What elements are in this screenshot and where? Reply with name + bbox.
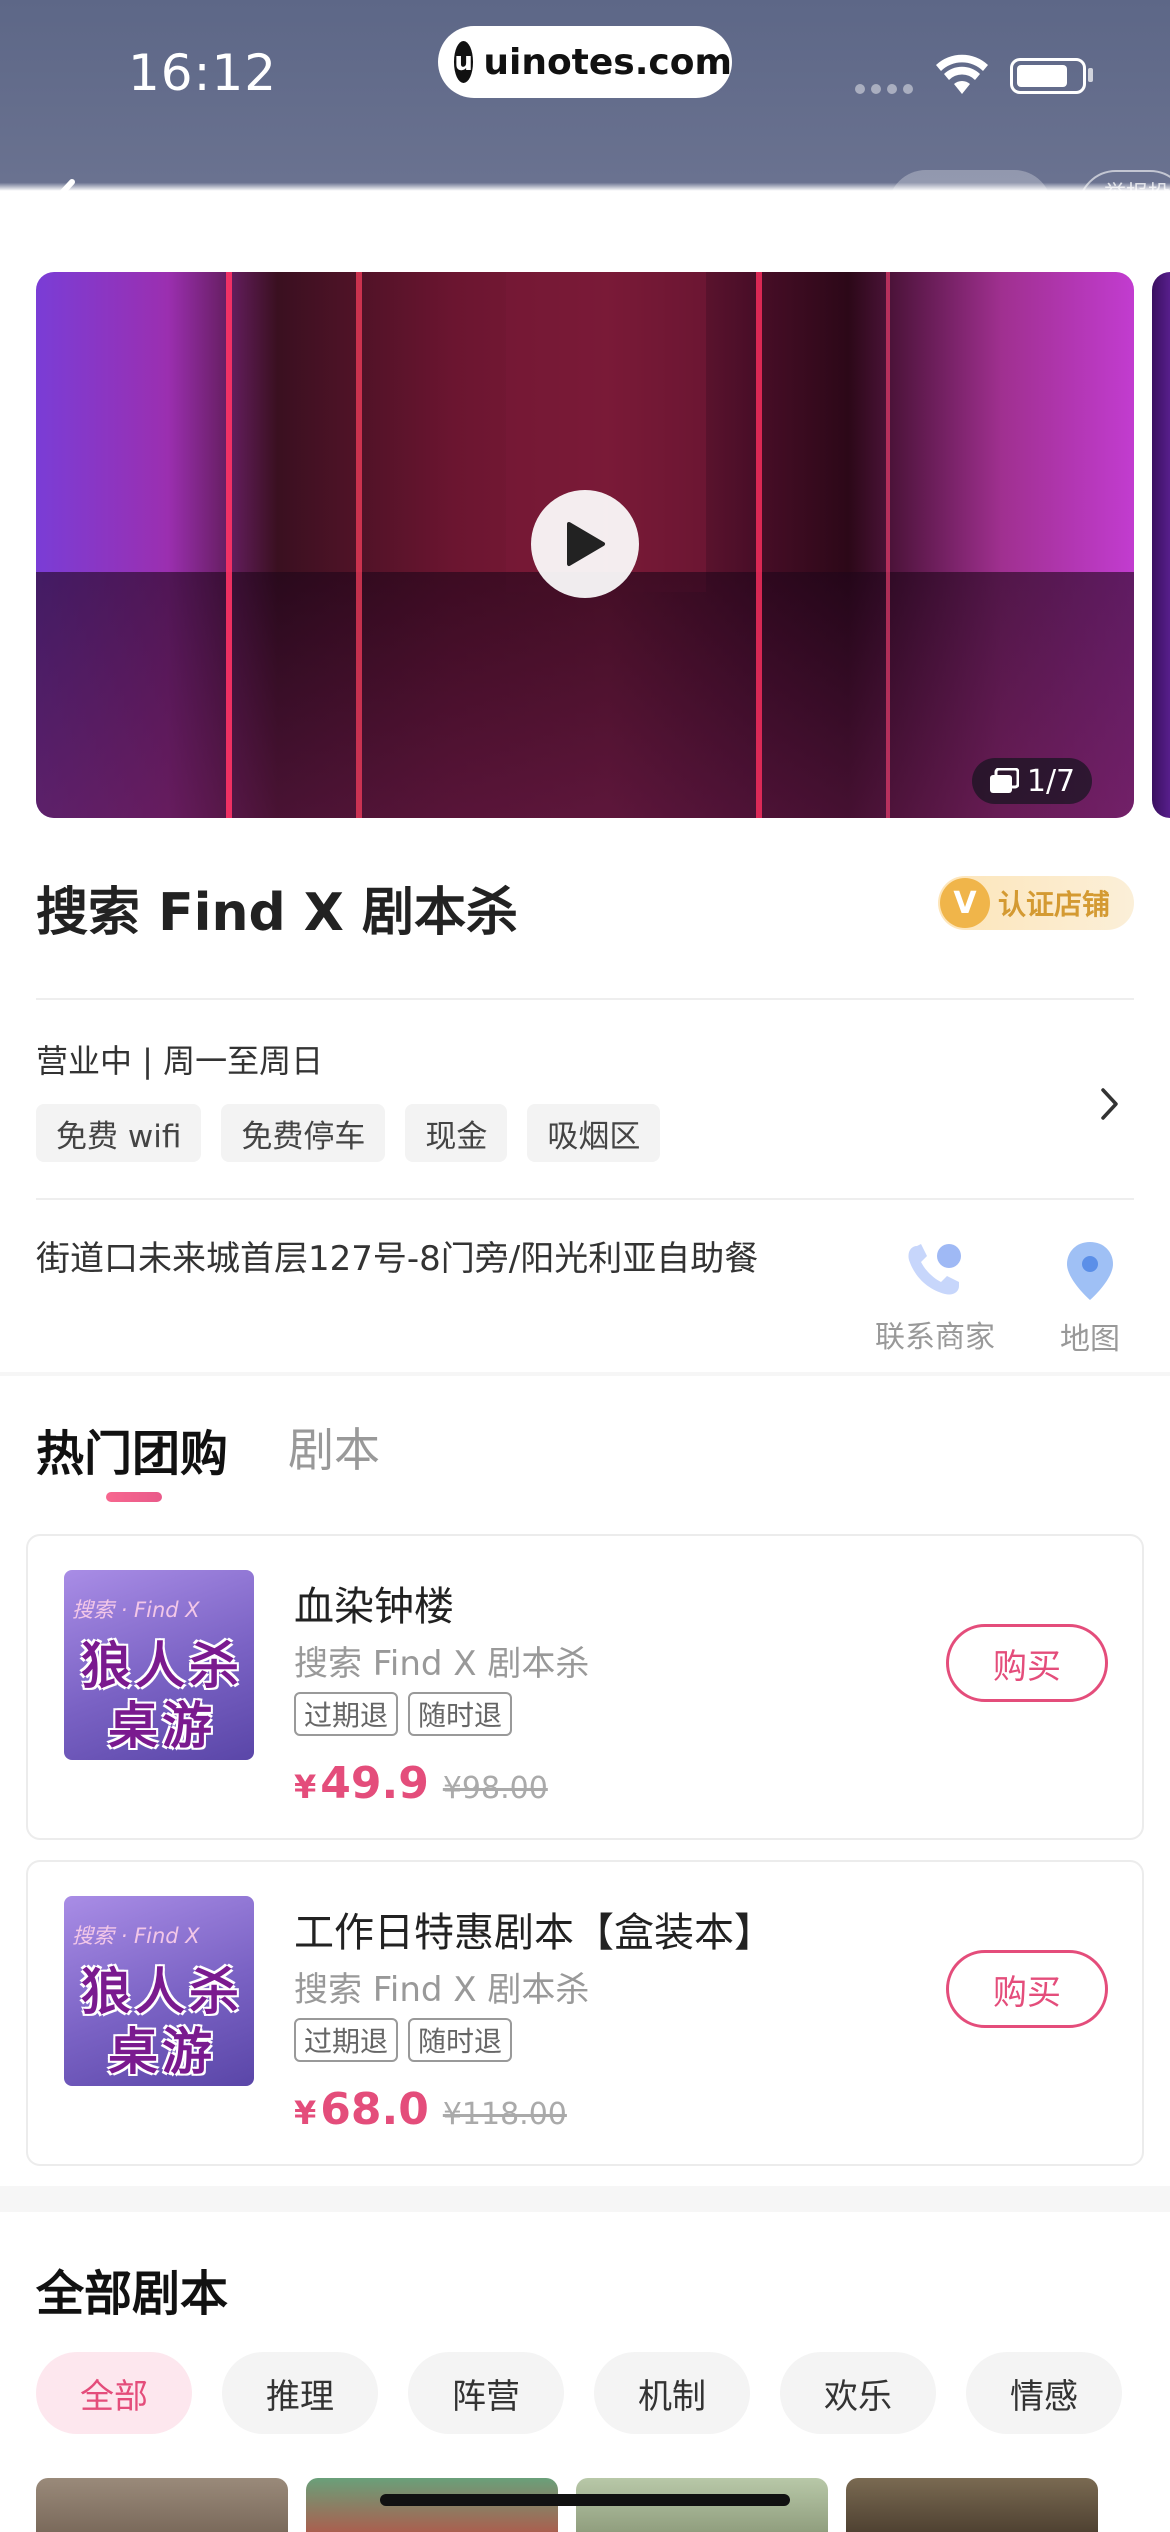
play-button[interactable] bbox=[531, 490, 639, 598]
media-next-preview[interactable] bbox=[1152, 272, 1170, 818]
thumb-caption: 搜索 · Find X bbox=[72, 1924, 200, 1948]
contact-merchant-button[interactable]: 联系商家 bbox=[870, 1240, 1000, 1356]
map-pin-icon bbox=[1067, 1242, 1113, 1300]
tab-indicator bbox=[106, 1492, 162, 1502]
thumb-title: 狼人杀桌游 bbox=[81, 1963, 243, 2081]
deal-thumbnail: 搜索 · Find X 狼人杀桌游 bbox=[64, 1896, 254, 2086]
media-light bbox=[886, 272, 890, 818]
tab-hot-deals[interactable]: 热门团购 bbox=[36, 1414, 228, 1484]
facility-tag: 免费停车 bbox=[221, 1104, 386, 1162]
all-scripts-title: 全部剧本 bbox=[36, 2266, 229, 2322]
thumb-caption: 搜索 · Find X bbox=[72, 1598, 200, 1622]
share-button[interactable]: 分享 bbox=[888, 170, 1052, 246]
buy-button[interactable]: 购买 bbox=[946, 1950, 1108, 2028]
original-price: ¥118.00 bbox=[442, 2097, 567, 2132]
tab-scripts[interactable]: 剧本 bbox=[288, 1414, 380, 1480]
filter-chip-fun[interactable]: 欢乐 bbox=[780, 2352, 936, 2434]
shop-address: 街道口未来城首层127号-8门旁/阳光利亚自助餐 bbox=[36, 1239, 759, 1279]
deal-card[interactable]: 搜索 · Find X 狼人杀桌游 血染钟楼 搜索 Find X 剧本杀 过期退… bbox=[26, 1534, 1144, 1840]
facility-tags: 免费 wifi 免费停车 现金 吸烟区 bbox=[36, 1104, 661, 1162]
facility-tag: 现金 bbox=[405, 1104, 508, 1162]
deal-price: ¥ 49.9 ¥98.00 bbox=[294, 1758, 548, 1809]
deal-flags: 过期退 随时退 bbox=[294, 2018, 513, 2062]
contact-label: 联系商家 bbox=[875, 1320, 995, 1355]
report-button[interactable]: 举报投诉 bbox=[1078, 170, 1170, 246]
business-hours: 营业中 | 周一至周日 bbox=[36, 1042, 324, 1080]
deal-price: ¥ 68.0 ¥118.00 bbox=[294, 2084, 567, 2135]
deal-flags: 过期退 随时退 bbox=[294, 1692, 513, 1736]
phone-icon bbox=[908, 1244, 961, 1295]
media-light bbox=[226, 272, 232, 818]
script-cover[interactable] bbox=[846, 2478, 1098, 2532]
filter-chip-reasoning[interactable]: 推理 bbox=[222, 2352, 378, 2434]
battery-icon bbox=[1010, 58, 1086, 94]
gallery-icon bbox=[989, 768, 1019, 793]
signal-icon bbox=[855, 84, 913, 94]
map-label: 地图 bbox=[1060, 1322, 1120, 1357]
refund-flag: 过期退 bbox=[294, 2018, 399, 2062]
refund-flag: 随时退 bbox=[408, 2018, 513, 2062]
original-price: ¥98.00 bbox=[442, 1771, 548, 1806]
price-value: 49.9 bbox=[320, 1758, 429, 1809]
script-cover[interactable] bbox=[36, 2478, 288, 2532]
media-light bbox=[756, 272, 762, 818]
filter-chip-mechanic[interactable]: 机制 bbox=[594, 2352, 750, 2434]
thumb-title: 狼人杀桌游 bbox=[81, 1637, 243, 1755]
home-indicator bbox=[380, 2494, 790, 2506]
refund-flag: 过期退 bbox=[294, 1692, 399, 1736]
verified-label: 认证店铺 bbox=[998, 888, 1111, 921]
status-time: 16:12 bbox=[128, 44, 278, 102]
media-light bbox=[356, 272, 362, 818]
refund-flag: 随时退 bbox=[408, 1692, 513, 1736]
facility-tag: 吸烟区 bbox=[527, 1104, 661, 1162]
status-bar: 16:12 u uinotes.com bbox=[0, 0, 1170, 150]
verified-icon: V bbox=[940, 878, 990, 928]
filter-chip-all[interactable]: 全部 bbox=[36, 2352, 192, 2434]
price-value: 68.0 bbox=[320, 2084, 429, 2135]
media-counter-text: 1/7 bbox=[1026, 763, 1076, 799]
media-counter: 1/7 bbox=[972, 758, 1092, 804]
currency-symbol: ¥ bbox=[294, 2094, 317, 2132]
deal-name: 血染钟楼 bbox=[294, 1584, 454, 1630]
deal-shop: 搜索 Find X 剧本杀 bbox=[294, 1644, 590, 1684]
filter-chip-faction[interactable]: 阵营 bbox=[408, 2352, 564, 2434]
url-pill: u uinotes.com bbox=[438, 26, 732, 98]
battery-tip bbox=[1088, 68, 1093, 82]
facility-tag: 免费 wifi bbox=[36, 1104, 202, 1162]
map-button[interactable]: 地图 bbox=[1050, 1240, 1130, 1358]
chevron-right-icon[interactable] bbox=[1094, 1084, 1124, 1124]
media-floor bbox=[36, 572, 1134, 818]
script-filters: 全部 推理 阵营 机制 欢乐 情感 bbox=[36, 2352, 1122, 2434]
deal-thumbnail: 搜索 · Find X 狼人杀桌游 bbox=[64, 1570, 254, 1760]
play-icon bbox=[567, 522, 605, 566]
section-divider bbox=[0, 2186, 1170, 2212]
section-divider bbox=[0, 1372, 1170, 1376]
wifi-icon bbox=[936, 54, 988, 94]
divider bbox=[36, 1198, 1134, 1200]
buy-button[interactable]: 购买 bbox=[946, 1624, 1108, 1702]
deal-shop: 搜索 Find X 剧本杀 bbox=[294, 1970, 590, 2010]
filter-chip-emotion[interactable]: 情感 bbox=[966, 2352, 1122, 2434]
deal-name: 工作日特惠剧本【盒装本】 bbox=[294, 1910, 774, 1956]
divider bbox=[36, 998, 1134, 1000]
currency-symbol: ¥ bbox=[294, 1768, 317, 1806]
deal-card[interactable]: 搜索 · Find X 狼人杀桌游 工作日特惠剧本【盒装本】 搜索 Find X… bbox=[26, 1860, 1144, 2166]
site-logo-icon: u bbox=[454, 41, 474, 83]
chevron-left-icon bbox=[45, 179, 75, 237]
back-button[interactable] bbox=[30, 170, 90, 246]
url-text: uinotes.com bbox=[483, 41, 732, 83]
shop-title: 搜索 Find X 剧本杀 bbox=[36, 883, 518, 943]
verified-badge[interactable]: V 认证店铺 bbox=[938, 876, 1134, 930]
